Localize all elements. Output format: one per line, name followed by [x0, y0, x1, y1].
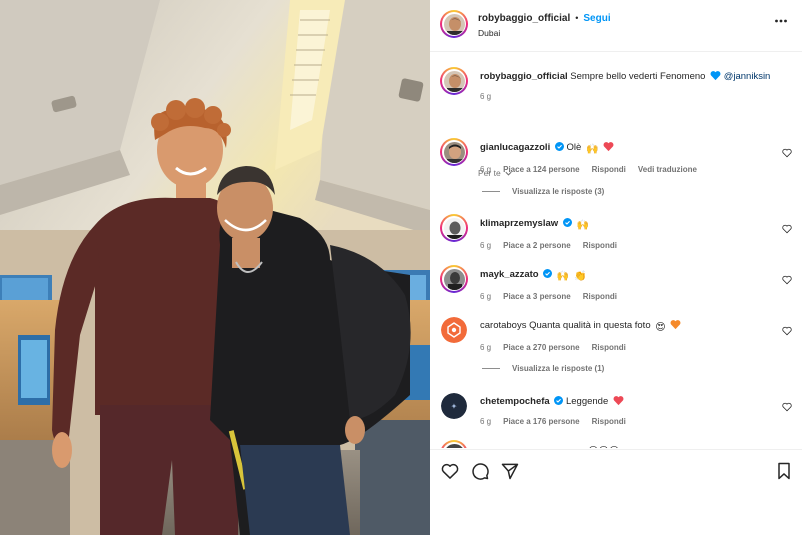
view-replies-button[interactable]: Visualizza le risposte (1): [482, 364, 604, 373]
emoji-group: 😍😍😍: [588, 445, 619, 448]
comment-icon[interactable]: [470, 461, 490, 481]
avatar-image: ✦: [441, 393, 467, 419]
comment-avatar[interactable]: [440, 265, 468, 293]
blue-heart-icon: [710, 71, 721, 81]
avatar-image: [443, 268, 465, 290]
comment-username[interactable]: chetempochefa: [480, 396, 550, 407]
comment-row: carotaboys Quanta qualità in questa foto…: [440, 316, 792, 355]
post-photo-illustration: [0, 0, 430, 535]
comment-avatar[interactable]: [440, 214, 468, 242]
avatar-image: [443, 70, 465, 92]
comment-text: Olè: [566, 142, 582, 153]
reply-button[interactable]: Rispondi: [592, 415, 626, 429]
raised-hands-emoji: 🙌: [556, 271, 570, 282]
separator-dot: •: [575, 13, 579, 23]
comment-row: gianlucagazzoli Olè 🙌 6 g Piace a 124 pe…: [440, 138, 792, 177]
heart-eyes-emoji: 😍: [655, 322, 666, 333]
comment-text: Quanta qualità in questa foto: [529, 320, 651, 331]
comment-username[interactable]: carotaboys: [480, 320, 526, 331]
caption-text: Sempre bello vederti Fenomeno: [570, 71, 706, 82]
replies-divider: [482, 191, 500, 192]
author-avatar[interactable]: [440, 10, 468, 38]
reply-button[interactable]: Rispondi: [583, 239, 617, 253]
share-send-icon[interactable]: [500, 461, 520, 481]
post-header: robybaggio_official • Segui Dubai: [430, 0, 802, 52]
avatar-image: [441, 317, 467, 343]
comments-list[interactable]: robybaggio_official Sempre bello vederti…: [430, 52, 802, 448]
like-comment-heart-icon[interactable]: [782, 148, 792, 158]
comment-likes[interactable]: Piace a 270 persone: [503, 341, 580, 355]
avatar-image: [443, 217, 465, 239]
reply-button[interactable]: Rispondi: [592, 163, 626, 177]
like-comment-heart-icon[interactable]: [782, 275, 792, 285]
raised-hands-emoji: 🙌: [585, 144, 599, 155]
avatar-image: [443, 141, 465, 163]
raised-hands-emoji: 🙌: [576, 220, 589, 231]
verified-badge-icon: [562, 218, 572, 227]
like-comment-heart-icon[interactable]: [782, 326, 792, 336]
comment-likes[interactable]: Piace a 176 persone: [503, 415, 580, 429]
caption-row: robybaggio_official Sempre bello vederti…: [440, 67, 792, 104]
save-bookmark-icon[interactable]: [774, 461, 794, 481]
svg-text:✦: ✦: [451, 402, 458, 411]
author-username[interactable]: robybaggio_official: [478, 11, 570, 26]
comment-time[interactable]: 6 g: [480, 290, 491, 304]
verified-badge-icon: [554, 142, 564, 151]
clapping-hands-emoji: 👏: [574, 271, 587, 282]
post-side-panel: robybaggio_official • Segui Dubai robyba…: [430, 0, 802, 535]
replies-divider: [482, 368, 500, 369]
view-replies-label: Visualizza le risposte (1): [512, 364, 605, 373]
caption-mention[interactable]: @janniksin: [724, 71, 771, 82]
caption-avatar[interactable]: [440, 67, 468, 95]
comment-likes[interactable]: Piace a 124 persone: [503, 163, 580, 177]
comment-avatar[interactable]: [440, 440, 468, 448]
like-heart-icon[interactable]: [440, 461, 460, 481]
like-comment-heart-icon[interactable]: [782, 224, 792, 234]
caption-time[interactable]: 6 g: [480, 90, 491, 104]
translate-button[interactable]: Vedi traduzione: [638, 163, 697, 177]
post-photo[interactable]: [0, 0, 430, 535]
red-heart-icon: [603, 142, 614, 152]
comment-avatar[interactable]: ✦: [441, 393, 467, 419]
comment-time[interactable]: 6 g: [480, 163, 491, 177]
view-replies-label: Visualizza le risposte (3): [512, 187, 605, 196]
comment-avatar[interactable]: [440, 138, 468, 166]
post-location[interactable]: Dubai: [478, 26, 611, 41]
comment-username[interactable]: klimaprzemyslaw: [480, 218, 558, 229]
comment-likes[interactable]: Piace a 2 persone: [503, 239, 571, 253]
comment-row: ✦ chetempochefa Leggende 6 g Piace a 176: [440, 392, 792, 429]
comment-row: klimaprzemyslaw 🙌 6 g Piace a 2 persone …: [440, 214, 792, 253]
comment-row-partial: 😍😍😍: [440, 440, 792, 448]
comment-time[interactable]: 6 g: [480, 341, 491, 355]
comment-likes[interactable]: Piace a 3 persone: [503, 290, 571, 304]
orange-heart-icon: [670, 320, 681, 330]
comment-avatar[interactable]: [441, 317, 467, 343]
caption-username[interactable]: robybaggio_official: [480, 71, 568, 82]
more-horizontal-icon[interactable]: [774, 14, 788, 28]
comment-username[interactable]: gianlucagazzoli: [480, 142, 550, 153]
post-action-bar: [430, 449, 802, 529]
verified-badge-icon: [543, 269, 553, 278]
like-comment-heart-icon[interactable]: [782, 402, 792, 412]
follow-button[interactable]: Segui: [583, 11, 610, 26]
comment-text: Leggende: [565, 396, 609, 407]
red-heart-icon: [613, 396, 624, 406]
reply-button[interactable]: Rispondi: [592, 341, 626, 355]
verified-badge-icon: [554, 396, 564, 405]
comment-row: mayk_azzato 🙌 👏 6 g Piace a 3 persone Ri…: [440, 265, 792, 304]
view-replies-button[interactable]: Visualizza le risposte (3): [482, 187, 604, 196]
avatar-image: [443, 13, 465, 35]
comment-time[interactable]: 6 g: [480, 415, 491, 429]
comment-time[interactable]: 6 g: [480, 239, 491, 253]
comment-username[interactable]: mayk_azzato: [480, 269, 539, 280]
reply-button[interactable]: Rispondi: [583, 290, 617, 304]
